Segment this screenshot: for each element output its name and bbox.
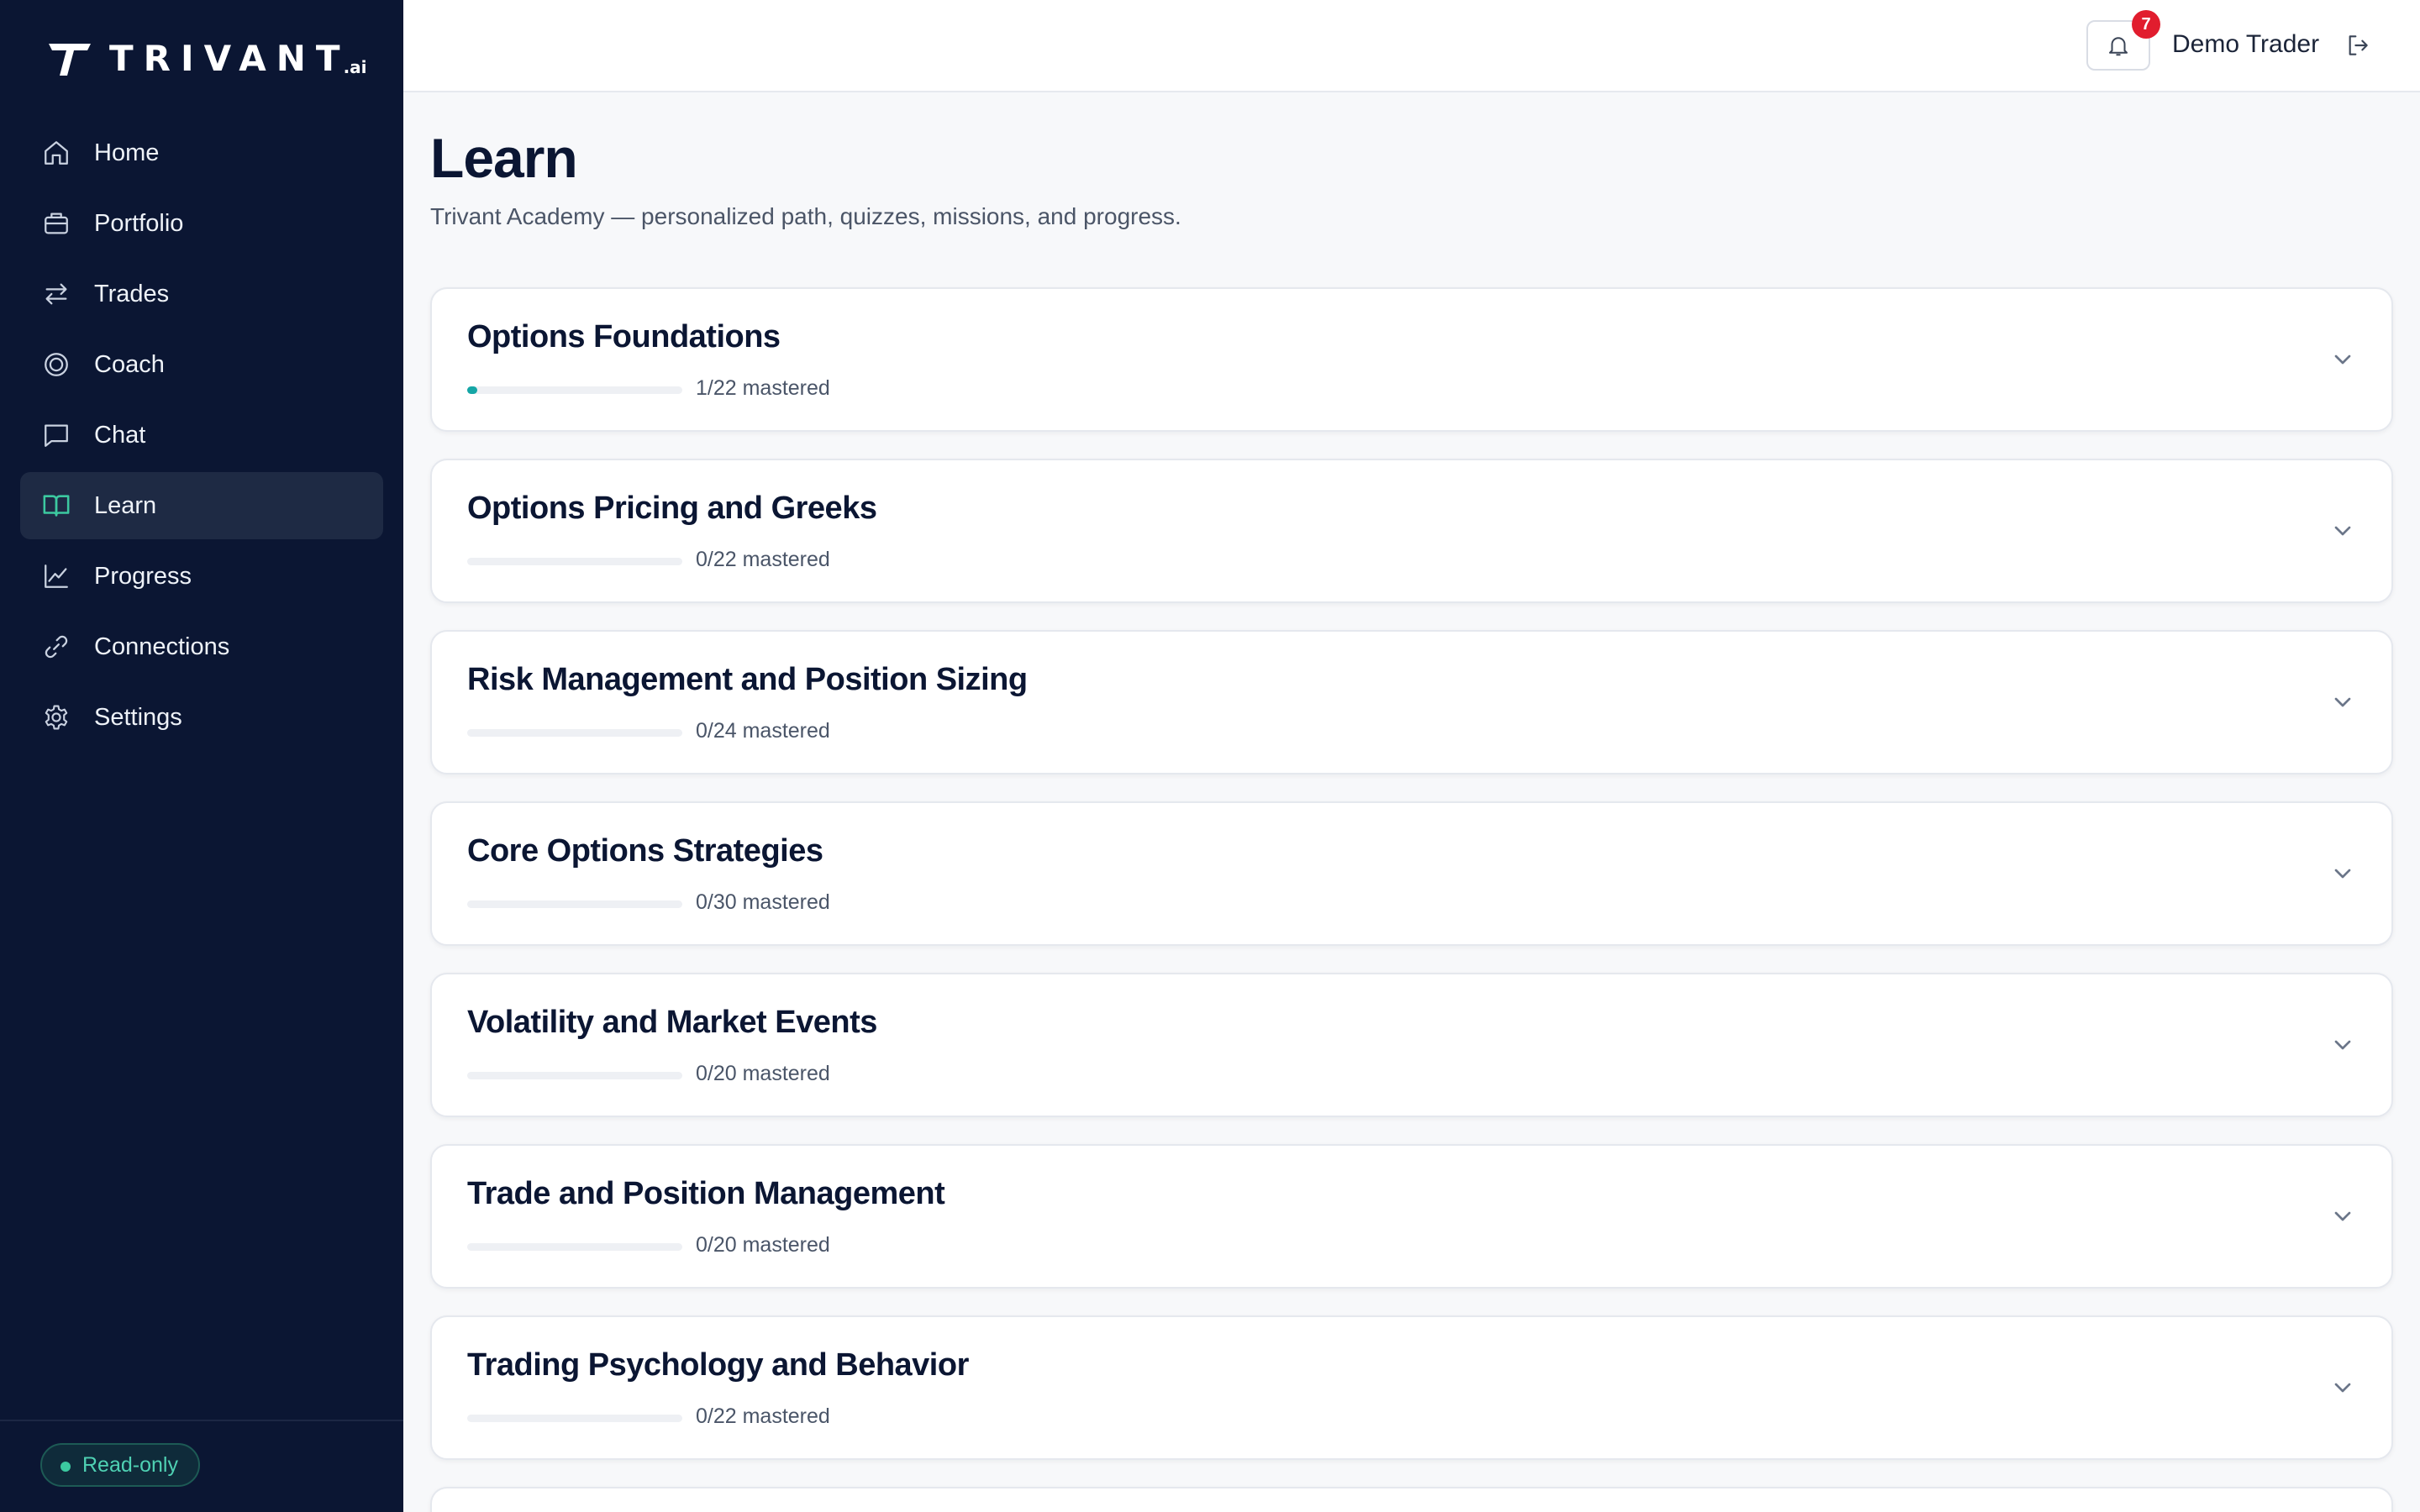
- course-card[interactable]: Risk Management and Position Sizing 0/24…: [430, 630, 2393, 774]
- logout-icon[interactable]: [2344, 32, 2371, 59]
- sidebar-item-trades[interactable]: Trades: [20, 260, 383, 328]
- sidebar-item-connections[interactable]: Connections: [20, 613, 383, 680]
- sidebar-item-label: Progress: [94, 562, 192, 590]
- course-progress-bar: [467, 1072, 682, 1079]
- course-card[interactable]: Trading Psychology and Behavior 0/22 mas…: [430, 1315, 2393, 1460]
- course-progress-bar: [467, 1415, 682, 1422]
- page-subtitle: Trivant Academy — personalized path, qui…: [430, 203, 1181, 229]
- sidebar-item-coach[interactable]: Coach: [20, 331, 383, 398]
- user-name[interactable]: Demo Trader: [2172, 30, 2319, 59]
- sidebar-item-progress[interactable]: Progress: [20, 543, 383, 610]
- course-title: Core Options Strategies: [467, 833, 823, 869]
- course-progress-text: 0/30 mastered: [696, 890, 830, 914]
- line-chart-icon: [42, 562, 71, 591]
- trivant-logo[interactable]: TRIVANT .ai: [47, 37, 367, 77]
- course-progress-bar: [467, 558, 682, 565]
- target-icon: [42, 350, 71, 379]
- sidebar-item-label: Portfolio: [94, 209, 184, 237]
- course-progress-text: 0/22 mastered: [696, 1404, 830, 1428]
- course-card[interactable]: Options Foundations 1/22 mastered: [430, 287, 2393, 432]
- sidebar-item-settings[interactable]: Settings: [20, 684, 383, 751]
- home-icon: [42, 139, 71, 167]
- sidebar-item-chat[interactable]: Chat: [20, 402, 383, 469]
- course-card[interactable]: Trade and Position Management 0/20 maste…: [430, 1144, 2393, 1289]
- course-title: Trade and Position Management: [467, 1176, 945, 1211]
- read-only-badge: Read-only: [40, 1443, 200, 1487]
- sidebar-item-portfolio[interactable]: Portfolio: [20, 190, 383, 257]
- course-progress-bar: [467, 900, 682, 908]
- chevron-down-icon[interactable]: [2329, 1032, 2356, 1058]
- link-icon: [42, 633, 71, 661]
- course-progress-text: 0/20 mastered: [696, 1062, 830, 1085]
- trivant-logo-mark-icon: [49, 44, 91, 76]
- sidebar-item-label: Coach: [94, 350, 165, 378]
- sidebar-item-label: Chat: [94, 421, 146, 449]
- sidebar-footer: Read-only: [0, 1420, 403, 1512]
- sidebar-item-label: Learn: [94, 491, 157, 519]
- brand-name: TRIVANT: [109, 38, 350, 79]
- course-title: Options Pricing and Greeks: [467, 491, 877, 526]
- sidebar-item-learn[interactable]: Learn: [20, 472, 383, 539]
- course-progress-text: 0/20 mastered: [696, 1233, 830, 1257]
- chevron-down-icon[interactable]: [2329, 1203, 2356, 1230]
- gear-icon: [42, 703, 71, 732]
- course-title: Options Foundations: [467, 319, 781, 354]
- sidebar-item-label: Home: [94, 139, 160, 166]
- course-progress-text: 0/24 mastered: [696, 719, 830, 743]
- sidebar-item-label: Trades: [94, 280, 170, 307]
- brand-suffix: .ai: [343, 57, 367, 77]
- notification-count-badge: 7: [2132, 10, 2160, 39]
- sidebar-nav: Home Portfolio Trades Coach Chat Learn P…: [20, 119, 383, 754]
- course-card[interactable]: Volatility and Market Events 0/20 master…: [430, 973, 2393, 1117]
- course-title: Trading Psychology and Behavior: [467, 1347, 969, 1383]
- chevron-down-icon[interactable]: [2329, 346, 2356, 373]
- chevron-down-icon[interactable]: [2329, 860, 2356, 887]
- course-progress-fill: [467, 386, 477, 394]
- briefcase-icon: [42, 209, 71, 238]
- course-title: Risk Management and Position Sizing: [467, 662, 1028, 697]
- chevron-down-icon[interactable]: [2329, 517, 2356, 544]
- course-progress-bar: [467, 1243, 682, 1251]
- course-card[interactable]: Core Options Strategies 0/30 mastered: [430, 801, 2393, 946]
- course-progress-text: 1/22 mastered: [696, 376, 830, 400]
- status-dot-icon: [60, 1462, 71, 1472]
- sidebar: TRIVANT .ai Home Portfolio Trades Coach …: [0, 0, 403, 1512]
- sidebar-item-label: Connections: [94, 633, 230, 660]
- course-card[interactable]: [430, 1487, 2393, 1512]
- course-card[interactable]: Options Pricing and Greeks 0/22 mastered: [430, 459, 2393, 603]
- bell-icon: [2109, 37, 2128, 56]
- course-progress-text: 0/22 mastered: [696, 548, 830, 571]
- chat-bubble-icon: [42, 421, 71, 449]
- course-title: Volatility and Market Events: [467, 1005, 877, 1040]
- chevron-down-icon[interactable]: [2329, 689, 2356, 716]
- read-only-label: Read-only: [82, 1452, 178, 1477]
- top-header: 7 Demo Trader: [403, 0, 2420, 92]
- course-progress-bar: [467, 729, 682, 737]
- arrows-swap-icon: [42, 280, 71, 308]
- course-progress-bar: [467, 386, 682, 394]
- sidebar-item-label: Settings: [94, 703, 182, 731]
- book-open-icon: [42, 491, 71, 520]
- sidebar-item-home[interactable]: Home: [20, 119, 383, 186]
- chevron-down-icon[interactable]: [2329, 1374, 2356, 1401]
- page-title: Learn: [430, 127, 578, 189]
- course-list: Options Foundations 1/22 mastered Option…: [430, 287, 2393, 1512]
